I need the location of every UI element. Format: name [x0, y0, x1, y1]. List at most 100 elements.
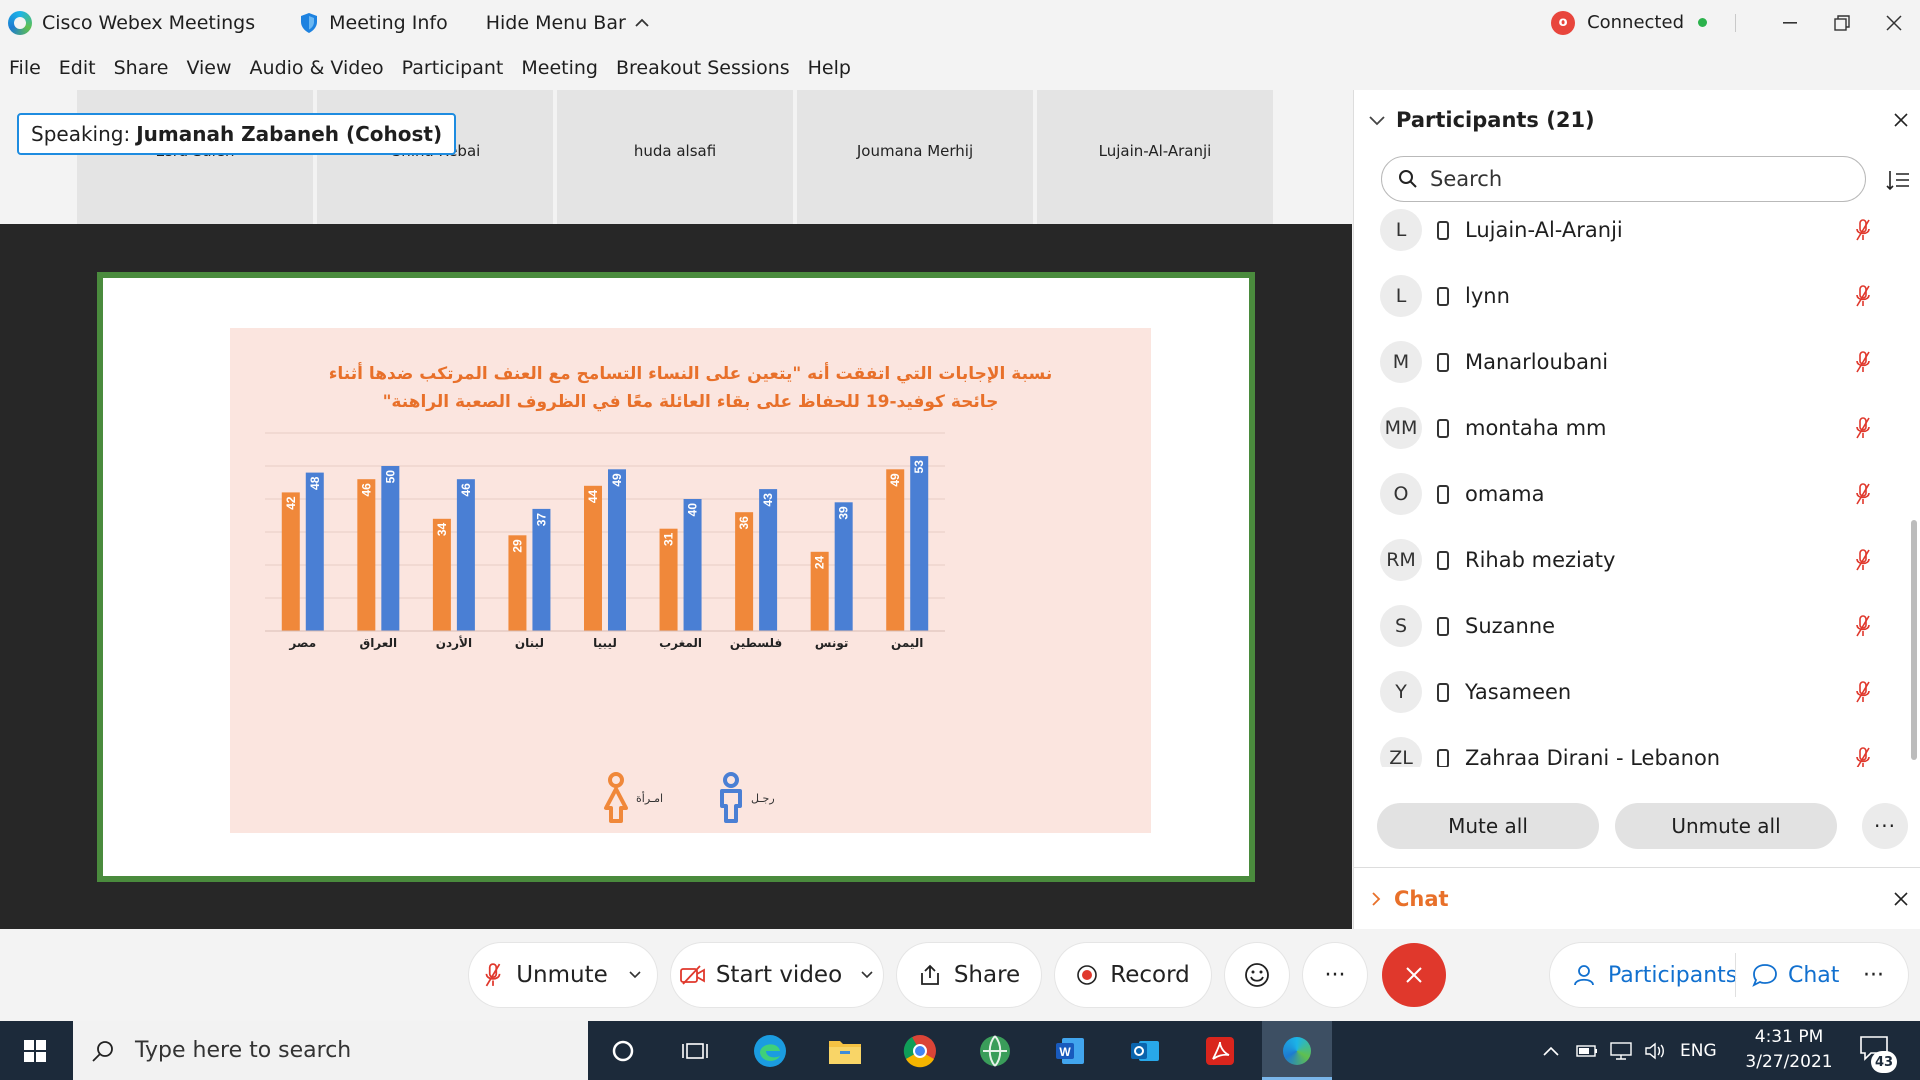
data-label: 39 — [837, 506, 851, 520]
language-indicator[interactable]: ENG — [1680, 1041, 1717, 1061]
leave-meeting-button[interactable] — [1382, 943, 1446, 1007]
battery-icon[interactable] — [1576, 1044, 1598, 1058]
menu-view[interactable]: View — [186, 57, 231, 79]
chat-panel-button[interactable]: Chat — [1752, 943, 1839, 1007]
word-icon[interactable]: W — [1050, 1031, 1090, 1071]
unmute-button[interactable]: Unmute — [469, 943, 657, 1007]
chevron-up-icon[interactable] — [1542, 1045, 1560, 1057]
share-button[interactable]: Share — [897, 943, 1041, 1007]
notifications-button[interactable]: 43 — [1855, 1033, 1897, 1073]
close-icon[interactable] — [1893, 891, 1909, 907]
legend-man-label: رجـل — [751, 791, 775, 805]
thumbnail-name: Lujain-Al-Aranji — [1098, 142, 1212, 160]
participant-search-input[interactable]: Search — [1381, 156, 1866, 202]
menu-audio-video[interactable]: Audio & Video — [250, 57, 384, 79]
slide-frame: نسبة الإجابات التي اتفقت أنه "يتعين على … — [97, 272, 1255, 882]
start-button[interactable] — [0, 1021, 70, 1080]
share-icon — [920, 964, 939, 985]
video-thumbnail[interactable]: Esra Saleh — [77, 90, 315, 224]
more-panels-button[interactable]: ··· — [1863, 943, 1884, 1007]
acrobat-icon[interactable] — [1200, 1031, 1240, 1071]
start-video-button[interactable]: Start video — [671, 943, 883, 1007]
outlook-icon[interactable] — [1125, 1031, 1165, 1071]
webex-taskbar-button[interactable] — [1262, 1021, 1332, 1080]
muted-mic-icon[interactable] — [1855, 549, 1871, 571]
chevron-up-icon — [635, 18, 649, 27]
record-button[interactable]: Record — [1055, 943, 1211, 1007]
video-thumbnail[interactable]: Joumana Merhij — [797, 90, 1035, 224]
chevron-down-icon[interactable] — [1368, 114, 1386, 126]
app-title: Cisco Webex Meetings — [0, 0, 255, 45]
close-icon[interactable] — [1893, 112, 1909, 128]
participant-list-scrollbar[interactable] — [1911, 520, 1917, 760]
video-off-icon — [679, 965, 705, 985]
taskbar-search-input[interactable]: Type here to search — [73, 1021, 588, 1080]
muted-mic-icon[interactable] — [1855, 285, 1871, 307]
volume-icon[interactable] — [1644, 1042, 1666, 1060]
start-video-label: Start video — [715, 962, 843, 988]
x-tick-label: المغرب — [659, 636, 702, 650]
participant-row[interactable]: L lynn — [1354, 263, 1894, 329]
file-explorer-icon[interactable] — [825, 1031, 865, 1071]
cortana-icon[interactable] — [603, 1031, 643, 1071]
muted-mic-icon[interactable] — [1855, 417, 1871, 439]
participant-name: Yasameen — [1465, 680, 1572, 704]
muted-mic-icon[interactable] — [1855, 483, 1871, 505]
participant-row[interactable]: MM montaha mm — [1354, 395, 1894, 461]
video-thumbnail[interactable]: Ghina Rebai — [317, 90, 555, 224]
unmute-all-button[interactable]: Unmute all — [1615, 803, 1837, 849]
svg-text:W: W — [1059, 1045, 1071, 1059]
muted-mic-icon[interactable] — [1855, 747, 1871, 767]
avatar: O — [1380, 473, 1422, 515]
chevron-down-icon[interactable] — [860, 970, 874, 980]
muted-mic-icon[interactable] — [1855, 219, 1871, 241]
sort-icon[interactable] — [1886, 169, 1910, 191]
menu-participant[interactable]: Participant — [402, 57, 504, 79]
clock-time: 4:31 PM — [1754, 1027, 1824, 1047]
hide-menu-bar-button[interactable]: Hide Menu Bar — [478, 0, 650, 45]
participant-row[interactable]: L Lujain-Al-Aranji — [1354, 207, 1894, 263]
menu-breakout-sessions[interactable]: Breakout Sessions — [616, 57, 790, 79]
task-view-icon[interactable] — [675, 1031, 715, 1071]
avatar: M — [1380, 341, 1422, 383]
video-thumbnail[interactable]: Lujain-Al-Aranji — [1037, 90, 1275, 224]
menu-edit[interactable]: Edit — [59, 57, 96, 79]
participant-row[interactable]: Y Yasameen — [1354, 659, 1894, 725]
participant-row[interactable]: O omama — [1354, 461, 1894, 527]
close-window-button[interactable] — [1868, 0, 1920, 45]
participant-row[interactable]: S Suzanne — [1354, 593, 1894, 659]
reactions-button[interactable] — [1225, 943, 1289, 1007]
meeting-info-button[interactable]: Meeting Info — [255, 0, 448, 45]
muted-mic-icon[interactable] — [1855, 681, 1871, 703]
muted-mic-icon[interactable] — [1855, 615, 1871, 637]
more-options-button[interactable]: ··· — [1303, 943, 1367, 1007]
edge-icon[interactable] — [750, 1031, 790, 1071]
minimize-button[interactable] — [1764, 0, 1816, 45]
chat-section-header[interactable]: Chat — [1354, 867, 1920, 929]
participant-row[interactable]: M Manarloubani — [1354, 329, 1894, 395]
chrome-icon[interactable] — [900, 1031, 940, 1071]
participant-row[interactable]: RM Rihab meziaty — [1354, 527, 1894, 593]
menu-help[interactable]: Help — [808, 57, 851, 79]
participants-button-label: Participants — [1608, 962, 1738, 988]
menu-share[interactable]: Share — [114, 57, 169, 79]
menu-meeting[interactable]: Meeting — [521, 57, 598, 79]
divider — [1735, 953, 1736, 997]
connection-status[interactable]: Connected — [1587, 12, 1684, 33]
restore-button[interactable] — [1816, 0, 1868, 45]
menu-file[interactable]: File — [9, 57, 41, 79]
participants-panel-button[interactable]: Participants — [1572, 943, 1737, 1007]
chevron-down-icon[interactable] — [628, 970, 642, 980]
network-app-icon[interactable] — [975, 1031, 1015, 1071]
webex-meeting-window: Cisco Webex Meetings Meeting Info Hide M… — [0, 0, 1920, 1080]
muted-mic-icon[interactable] — [1855, 351, 1871, 373]
video-thumbnail[interactable]: huda alsafi — [557, 90, 795, 224]
taskbar-clock[interactable]: 4:31 PM 3/27/2021 — [1734, 1025, 1844, 1075]
more-options-button[interactable]: ··· — [1862, 803, 1908, 849]
person-icon — [1574, 965, 1594, 986]
mute-all-button[interactable]: Mute all — [1377, 803, 1599, 849]
network-icon[interactable] — [1610, 1041, 1632, 1060]
bar — [683, 499, 702, 631]
participant-row[interactable]: ZL Zahraa Dirani - Lebanon — [1354, 725, 1894, 767]
participants-title: Participants (21) — [1396, 108, 1595, 132]
